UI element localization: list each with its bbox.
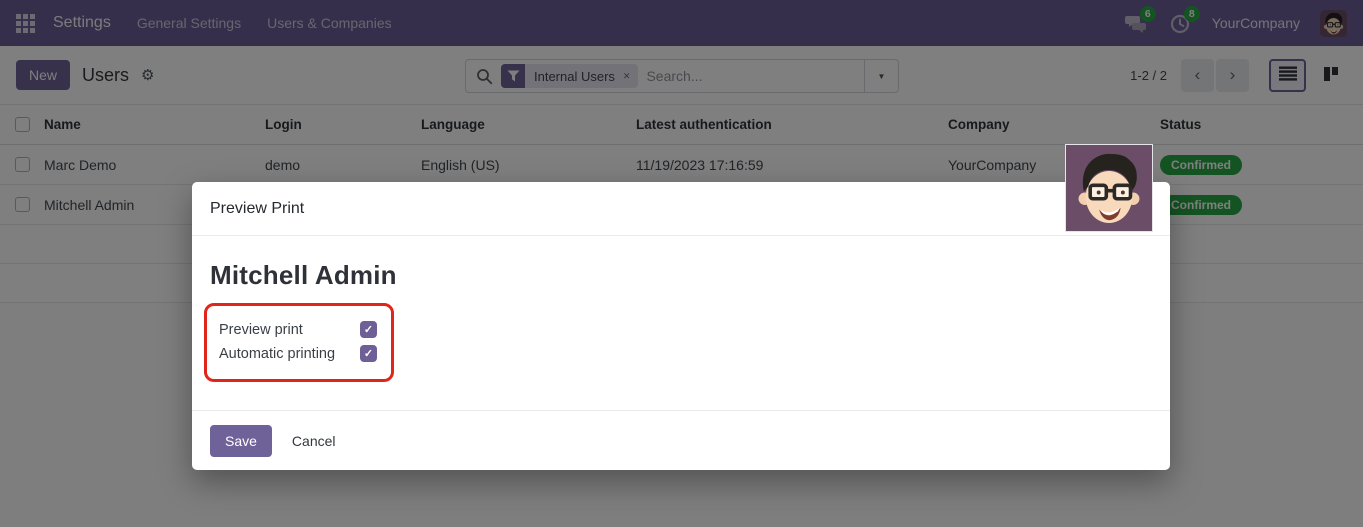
record-name-heading: Mitchell Admin [210,260,1152,291]
preview-print-label: Preview print [219,322,303,338]
modal-title: Preview Print [210,200,304,218]
highlight-annotation-box: Preview print Automatic printing [204,303,394,382]
preview-print-dialog: Preview Print ✕ Mitchell Admin Preview p… [192,182,1170,470]
automatic-printing-field: Automatic printing [219,345,377,362]
automatic-printing-label: Automatic printing [219,346,335,362]
preview-print-field: Preview print [219,321,377,338]
modal-footer: Save Cancel [192,410,1170,470]
cancel-button[interactable]: Cancel [292,433,336,449]
modal-header: Preview Print ✕ [192,182,1170,236]
preview-print-checkbox[interactable] [360,321,377,338]
save-button[interactable]: Save [210,425,272,457]
screen: Settings General Settings Users & Compan… [0,0,1363,527]
automatic-printing-checkbox[interactable] [360,345,377,362]
record-avatar [1066,145,1152,231]
modal-body: Mitchell Admin Preview print Automatic p… [192,236,1170,410]
